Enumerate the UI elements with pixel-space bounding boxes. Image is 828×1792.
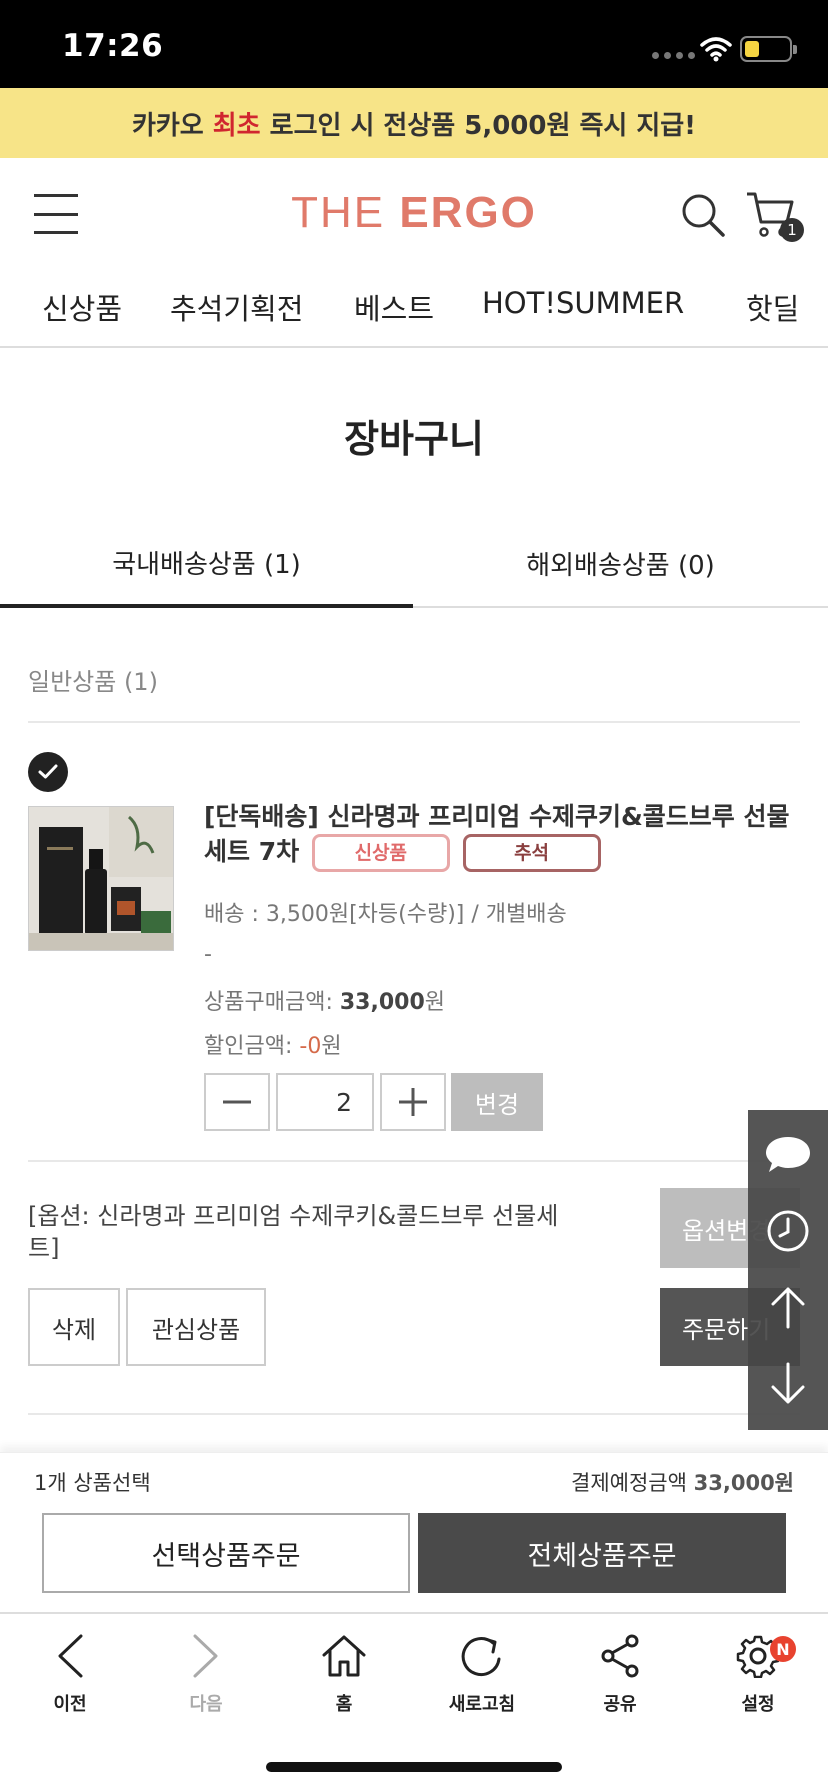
quantity-change-button[interactable]: 변경 — [451, 1073, 543, 1131]
product-thumbnail[interactable] — [28, 806, 174, 951]
wifi-icon — [700, 37, 732, 62]
status-bar: 17:26 — [0, 0, 828, 88]
settings-button[interactable]: 설정 N — [708, 1628, 808, 1716]
plus-icon — [399, 1088, 427, 1116]
recent-view-icon[interactable] — [766, 1209, 810, 1253]
tab-domestic[interactable]: 국내배송상품 (1) — [0, 520, 413, 608]
refresh-button[interactable]: 새로고침 — [432, 1628, 532, 1716]
share-icon — [601, 1634, 639, 1678]
divider — [28, 721, 800, 723]
tab-overseas[interactable]: 해외배송상품 (0) — [413, 520, 828, 608]
share-button[interactable]: 공유 — [570, 1628, 670, 1716]
home-label: 홈 — [335, 1694, 353, 1715]
tag-chuseok: 추석 — [462, 834, 601, 872]
option-dash: - — [204, 942, 212, 967]
home-indicator — [266, 1762, 562, 1772]
discount-value: -0 — [299, 1034, 322, 1059]
promo-text: 카카오 — [131, 110, 213, 141]
divider — [28, 1160, 800, 1162]
status-time: 17:26 — [62, 28, 164, 64]
purchase-amount-unit: 원 — [424, 990, 446, 1015]
back-icon — [58, 1634, 83, 1678]
search-icon[interactable] — [680, 192, 726, 238]
scroll-bottom-icon[interactable] — [768, 1362, 808, 1406]
refresh-icon — [461, 1637, 501, 1677]
battery-icon — [740, 36, 797, 62]
section-label: 일반상품 (1) — [28, 668, 158, 696]
logo-bold: ERGO — [399, 188, 537, 237]
product-checkbox[interactable] — [28, 752, 68, 792]
category-nav: 신상품 추석기획전 베스트 HOT!SUMMER 핫딜 — [0, 268, 828, 348]
promo-text-rest: 로그인 시 전상품 5,000원 즉시 지급! — [260, 110, 697, 141]
order-summary-bar: 1개 상품선택 결제예정금액 33,000원 선택상품주문 전체상품주문 — [0, 1452, 828, 1612]
selected-count: 1개 상품선택 — [34, 1471, 151, 1495]
check-icon — [38, 764, 58, 779]
option-text: [옵션: 신라명과 프리미엄 수제쿠키&콜드브루 선물세트] — [28, 1202, 559, 1262]
expected-payment-value: 33,000원 — [693, 1471, 794, 1495]
wishlist-button[interactable]: 관심상품 — [126, 1288, 266, 1366]
cart-count-badge: 1 — [780, 218, 804, 242]
expected-payment-label: 결제예정금액 — [571, 1471, 694, 1495]
forward-label: 다음 — [189, 1694, 223, 1715]
promo-highlight: 최초 — [212, 110, 261, 141]
discount-label: 할인금액: — [204, 1034, 300, 1059]
share-label: 공유 — [603, 1694, 637, 1715]
nav-item-hotdeal[interactable]: 핫딜 — [746, 286, 799, 328]
quantity-input[interactable]: 2 — [276, 1073, 374, 1131]
delete-button[interactable]: 삭제 — [28, 1288, 120, 1366]
nav-item-chuseok[interactable]: 추석기획전 — [170, 286, 303, 328]
discount-amount: 할인금액: -0원 — [204, 1028, 342, 1060]
shipping-info: 배송 : 3,500원[차등(수량)] / 개별배송 — [204, 902, 567, 927]
home-icon — [322, 1635, 366, 1677]
tag-new: 신상품 — [311, 834, 450, 872]
refresh-label: 새로고침 — [448, 1694, 516, 1715]
promo-banner[interactable]: 카카오 최초 로그인 시 전상품 5,000원 즉시 지급! — [0, 88, 828, 158]
order-all-button[interactable]: 전체상품주문 — [418, 1513, 786, 1593]
logo-light: THE — [291, 188, 400, 237]
back-label: 이전 — [53, 1694, 87, 1715]
quantity-decrease-button[interactable] — [204, 1073, 270, 1131]
nav-item-new[interactable]: 신상품 — [42, 286, 122, 328]
chat-icon[interactable] — [764, 1134, 812, 1176]
purchase-amount-label: 상품구매금액: — [204, 990, 340, 1015]
settings-label: 설정 — [741, 1694, 775, 1715]
divider — [28, 1413, 800, 1415]
forward-icon — [193, 1634, 218, 1678]
purchase-amount-value: 33,000 — [339, 990, 425, 1015]
product-title[interactable]: [단독배송] 신라명과 프리미엄 수제쿠키&콜드브루 선물세트 7차 신상품 추… — [204, 800, 804, 872]
site-header: THE ERGO 1 — [0, 158, 828, 268]
new-badge: N — [770, 1636, 796, 1662]
scroll-top-icon[interactable] — [768, 1285, 808, 1329]
expected-payment: 결제예정금액 33,000원 — [571, 1467, 794, 1497]
back-button[interactable]: 이전 — [20, 1628, 120, 1716]
discount-unit: 원 — [321, 1034, 342, 1059]
nav-item-hot-summer[interactable]: HOT!SUMMER — [482, 286, 684, 320]
floating-quick-bar — [748, 1110, 828, 1430]
home-button[interactable]: 홈 — [294, 1628, 394, 1716]
page-title: 장바구니 — [344, 417, 484, 461]
purchase-amount: 상품구매금액: 33,000원 — [204, 984, 445, 1016]
forward-button[interactable]: 다음 — [156, 1628, 256, 1716]
minus-icon — [223, 1100, 251, 1104]
nav-item-best[interactable]: 베스트 — [354, 286, 434, 328]
quantity-increase-button[interactable] — [380, 1073, 446, 1131]
signal-icon — [652, 52, 695, 59]
order-selected-button[interactable]: 선택상품주문 — [42, 1513, 410, 1593]
